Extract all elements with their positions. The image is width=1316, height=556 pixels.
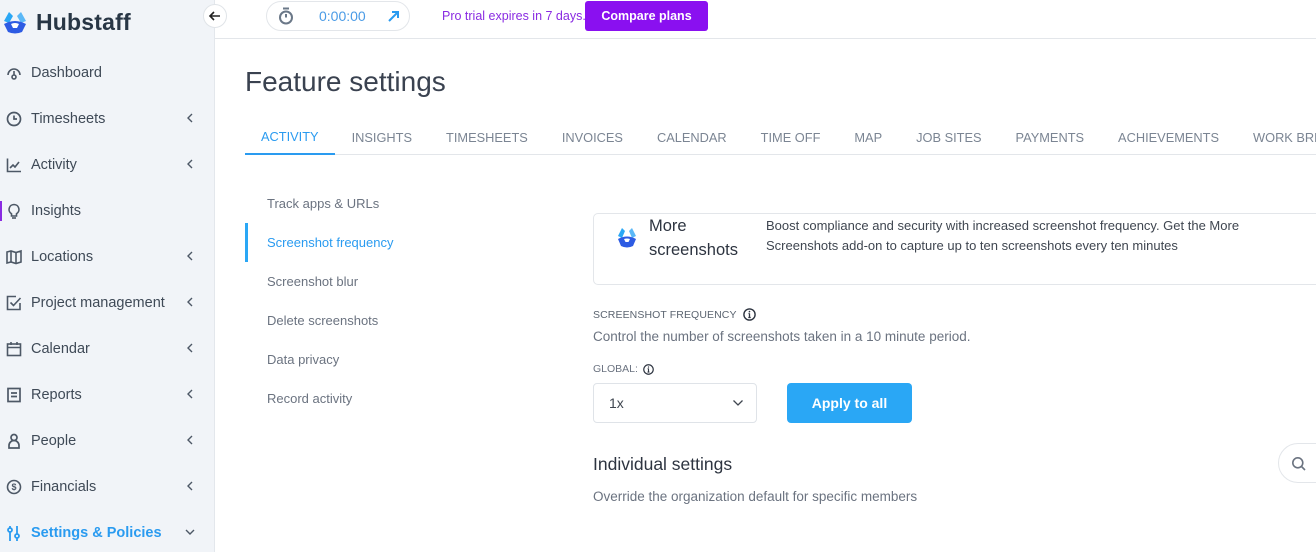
trial-notice: Pro trial expires in 7 days. [442, 9, 586, 23]
subnav-track-apps-urls[interactable]: Track apps & URLs [245, 184, 545, 223]
sidebar-item-financials[interactable]: $ Financials [0, 464, 215, 510]
sidebar: Hubstaff Dashboard Timesheets Activity I… [0, 0, 215, 552]
timer-widget[interactable]: 0:00:00 [266, 1, 410, 31]
sidebar-item-timesheets[interactable]: Timesheets [0, 96, 215, 142]
more-screenshots-promo[interactable]: More screenshots Boost compliance and se… [593, 213, 1316, 285]
logo[interactable]: Hubstaff [0, 6, 131, 38]
tab-invoices[interactable]: INVOICES [545, 120, 640, 155]
chevron-left-icon [187, 481, 193, 491]
page-title: Feature settings [245, 66, 446, 97]
sidebar-item-label: Insights [31, 203, 81, 219]
sidebar-item-insights[interactable]: Insights [0, 188, 215, 234]
tab-calendar[interactable]: CALENDAR [640, 120, 744, 155]
member-search-button[interactable] [1278, 443, 1316, 483]
breadcrumb[interactable] [251, 34, 311, 40]
brand-name: Hubstaff [36, 8, 131, 35]
chevron-left-icon [187, 389, 193, 399]
info-icon[interactable] [742, 308, 756, 321]
chevron-left-icon [187, 113, 193, 123]
checkbox-icon [5, 294, 23, 312]
sidebar-item-label: Calendar [31, 341, 90, 357]
sidebar-item-settings-policies[interactable]: Settings & Policies [0, 510, 215, 556]
individual-settings-description: Override the organization default for sp… [593, 489, 918, 504]
chevron-left-icon [187, 435, 193, 445]
tab-insights[interactable]: INSIGHTS [335, 120, 429, 155]
subnav-screenshot-blur[interactable]: Screenshot blur [245, 262, 545, 301]
lightbulb-icon [5, 202, 23, 220]
feature-tabs: ACTIVITY INSIGHTS TIMESHEETS INVOICES CA… [245, 120, 1316, 155]
dashboard-icon [5, 64, 23, 82]
sidebar-nav: Dashboard Timesheets Activity Insights L… [0, 50, 215, 556]
subnav-screenshot-frequency[interactable]: Screenshot frequency [245, 223, 545, 262]
individual-settings-title: Individual settings [593, 454, 733, 474]
sidebar-item-label: Settings & Policies [31, 525, 162, 541]
tab-achievements[interactable]: ACHIEVEMENTS [1101, 120, 1236, 155]
sidebar-item-reports[interactable]: Reports [0, 372, 215, 418]
clock-icon [5, 110, 23, 128]
chevron-down-icon [733, 400, 743, 406]
sidebar-item-locations[interactable]: Locations [0, 234, 215, 280]
activity-subnav: Track apps & URLs Screenshot frequency S… [245, 184, 545, 418]
subnav-data-privacy[interactable]: Data privacy [245, 340, 545, 379]
tab-time-off[interactable]: TIME OFF [744, 120, 838, 155]
new-indicator [0, 201, 2, 221]
global-frequency-select[interactable]: 1x [593, 383, 757, 423]
open-timer-arrow-icon[interactable] [387, 9, 401, 23]
dollar-icon: $ [5, 478, 23, 496]
svg-text:$: $ [11, 482, 16, 492]
sidebar-item-label: Project management [31, 295, 165, 311]
sidebar-item-activity[interactable]: Activity [0, 142, 215, 188]
promo-description: Boost compliance and security with incre… [766, 218, 1240, 253]
selected-value: 1x [609, 395, 624, 411]
stopwatch-icon [279, 7, 293, 25]
addon-logo-icon [618, 228, 636, 248]
person-icon [5, 432, 23, 450]
tab-work-breaks[interactable]: WORK BREAKS [1236, 120, 1316, 155]
chevron-left-icon [187, 159, 193, 169]
promo-title: More screenshots [649, 217, 738, 259]
section-label-text: SCREENSHOT FREQUENCY [593, 308, 737, 321]
compare-plans-button[interactable]: Compare plans [585, 1, 708, 31]
screenshot-frequency-label: SCREENSHOT FREQUENCY [593, 308, 756, 321]
sliders-icon [5, 524, 23, 542]
chevron-left-icon [187, 343, 193, 353]
sidebar-item-label: Financials [31, 479, 97, 495]
info-icon[interactable] [643, 363, 654, 375]
map-icon [5, 248, 23, 266]
sidebar-item-label: Dashboard [31, 65, 102, 81]
sidebar-item-label: Reports [31, 387, 82, 403]
sidebar-item-people[interactable]: People [0, 418, 215, 464]
sidebar-item-label: People [31, 433, 77, 449]
sidebar-item-label: Timesheets [31, 111, 106, 127]
chevron-left-icon [187, 251, 193, 261]
subnav-delete-screenshots[interactable]: Delete screenshots [245, 301, 545, 340]
global-label: GLOBAL: [593, 363, 654, 375]
tab-timesheets[interactable]: TIMESHEETS [429, 120, 545, 155]
activity-chart-icon [5, 156, 23, 174]
sidebar-item-calendar[interactable]: Calendar [0, 326, 215, 372]
apply-to-all-button[interactable]: Apply to all [787, 383, 912, 423]
report-icon [5, 386, 23, 404]
sidebar-item-label: Locations [31, 249, 94, 265]
collapse-sidebar-button[interactable] [203, 4, 227, 28]
timer-value: 0:00:00 [319, 8, 366, 24]
chevron-down-icon [185, 529, 195, 535]
global-label-text: GLOBAL: [593, 363, 638, 375]
tab-map[interactable]: MAP [837, 120, 899, 155]
arrow-left-icon [208, 11, 220, 21]
sidebar-item-project-management[interactable]: Project management [0, 280, 215, 326]
top-bar: 0:00:00 Pro trial expires in 7 days. Com… [215, 0, 1316, 39]
calendar-icon [5, 340, 23, 358]
tab-payments[interactable]: PAYMENTS [999, 120, 1102, 155]
sidebar-item-dashboard[interactable]: Dashboard [0, 50, 215, 96]
sidebar-item-label: Activity [31, 157, 77, 173]
subnav-record-activity[interactable]: Record activity [245, 379, 545, 418]
chevron-left-icon [187, 297, 193, 307]
tab-activity[interactable]: ACTIVITY [245, 120, 335, 155]
screenshot-frequency-description: Control the number of screenshots taken … [593, 329, 971, 344]
hubstaff-logo-icon [4, 12, 26, 34]
tab-job-sites[interactable]: JOB SITES [899, 120, 998, 155]
search-icon [1292, 457, 1306, 471]
